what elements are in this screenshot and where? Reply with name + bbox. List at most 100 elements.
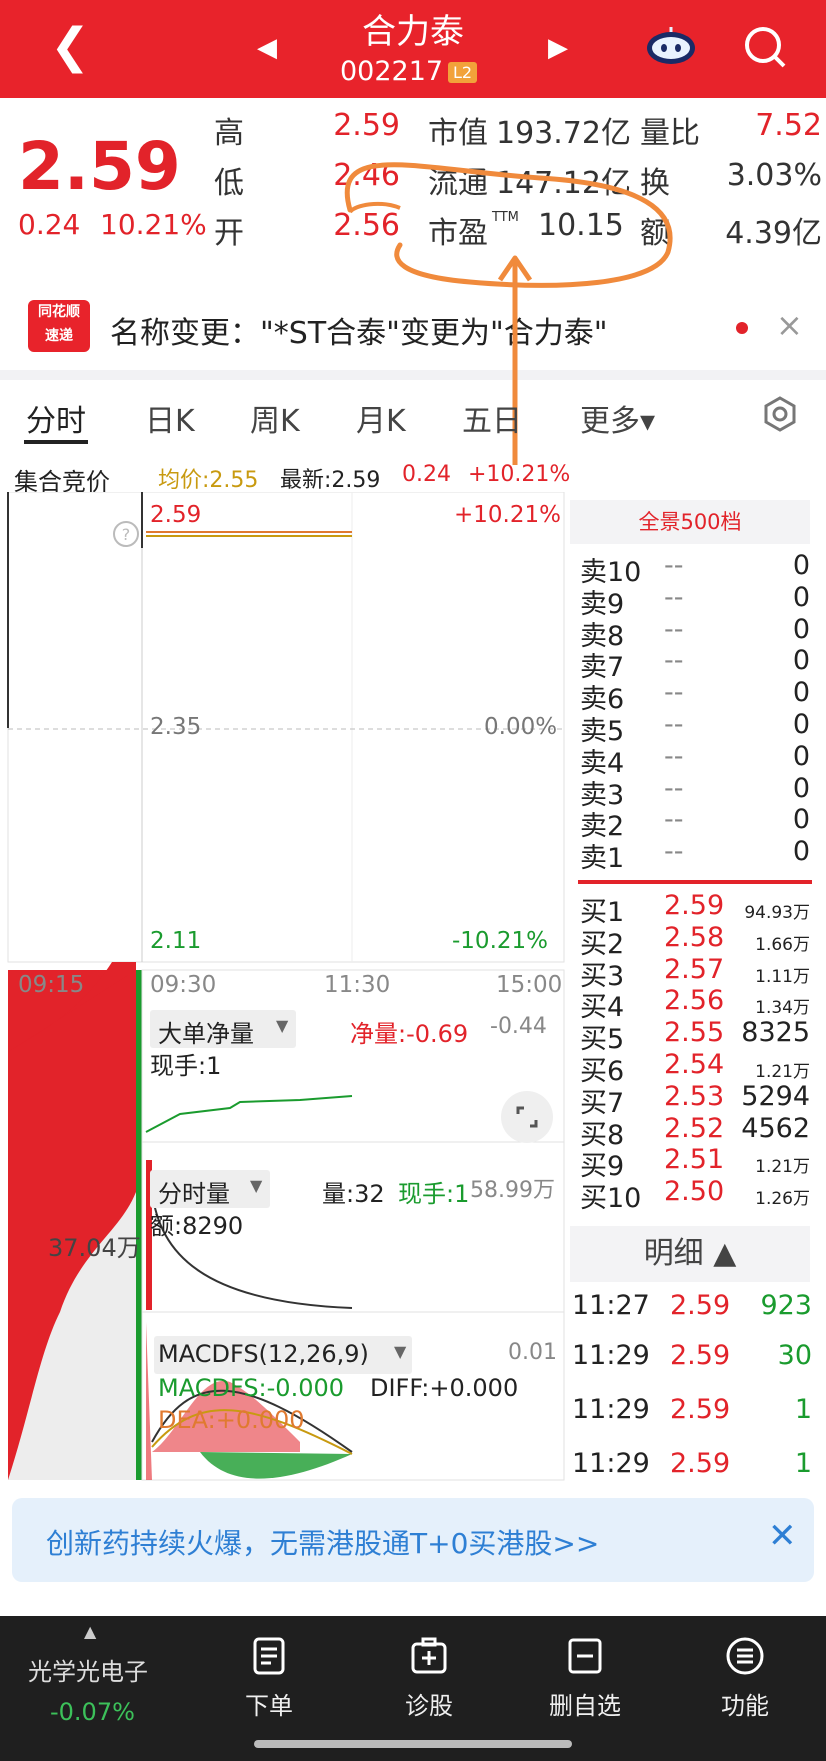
bid-level-row[interactable]: 买10 2.50 1.26万 [580, 1176, 810, 1214]
search-icon[interactable] [742, 24, 788, 70]
trade-price: 2.59 [670, 1340, 731, 1371]
bid-level-row[interactable]: 买4 2.56 1.34万 [580, 985, 810, 1023]
help-icon[interactable]: ? [112, 520, 140, 548]
home-indicator [254, 1740, 572, 1748]
low-value: 2.46 [333, 158, 400, 193]
settings-icon[interactable] [762, 396, 798, 432]
header-change: 0.24 [402, 462, 451, 487]
ask-level-row[interactable]: 卖5 -- 0 [580, 709, 810, 747]
dea-value: DEA:+0.000 [158, 1406, 305, 1434]
bid-level-row[interactable]: 买5 2.55 8325 [580, 1017, 810, 1055]
ask-level-price: -- [664, 581, 684, 613]
header-change-pct: +10.21% [468, 462, 571, 487]
open-label: 开 [214, 216, 244, 251]
open-value: 2.56 [333, 208, 400, 243]
ask-level-row[interactable]: 卖10 -- 0 [580, 550, 810, 588]
quote-panel: 2.59 0.24 10.21% 高 低 开 2.59 2.46 2.56 市值… [0, 98, 826, 278]
order-button[interactable]: 下单 [214, 1636, 324, 1721]
caret-up-icon[interactable]: ▲ [84, 1622, 96, 1641]
svg-text:?: ? [122, 525, 131, 544]
bid-level-row[interactable]: 买7 2.53 5294 [580, 1080, 810, 1119]
bid-level-volume: 1.34万 [755, 998, 810, 1019]
tab-intraday[interactable]: 分时 [26, 396, 86, 440]
sector-name[interactable]: 光学光电子 [28, 1652, 148, 1687]
tab-monthly-k[interactable]: 月K [356, 396, 406, 440]
ask-level-row[interactable]: 卖4 -- 0 [580, 740, 810, 779]
ask-level-price: -- [664, 550, 684, 581]
expand-icon[interactable] [500, 1090, 554, 1144]
latest-price: 最新:2.59 [280, 468, 381, 493]
function-button[interactable]: 功能 [690, 1636, 800, 1721]
bid-level-row[interactable]: 买3 2.57 1.11万 [580, 954, 810, 992]
dropdown-icon[interactable]: ▼ [394, 1342, 406, 1361]
triangle-right-icon[interactable]: ▶ [548, 33, 568, 63]
tab-weekly-k[interactable]: 周K [250, 396, 300, 440]
ask-level-row[interactable]: 卖1 -- 0 [580, 836, 810, 874]
promo-text[interactable]: 创新药持续火爆，无需港股通T+0买港股>> [46, 1522, 599, 1562]
volume-money: 额:8290 [150, 1212, 244, 1240]
dropdown-icon[interactable]: ▼ [276, 1016, 288, 1035]
bid-level-row[interactable]: 买9 2.51 1.21万 [580, 1144, 810, 1182]
close-icon[interactable]: ✕ [768, 1516, 797, 1556]
bid-level-volume: 4562 [741, 1112, 810, 1144]
ask-level-row[interactable]: 卖2 -- 0 [580, 804, 810, 842]
bid-level-volume: 1.66万 [755, 934, 810, 955]
bid-level-row[interactable]: 买1 2.59 94.93万 [580, 890, 810, 928]
ask-level-volume: 0 [792, 772, 810, 804]
trade-detail-header[interactable]: 明细 ▲ [570, 1226, 810, 1282]
news-headline[interactable]: 名称变更："*ST合泰"变更为"合力泰" [110, 308, 608, 352]
mcap-label: 市值 [428, 116, 488, 151]
unread-dot [736, 322, 748, 334]
big-order-net: 净量:-0.69 [350, 1020, 469, 1048]
amount-value: 4.39亿 [725, 216, 822, 251]
pe-ttm-sup: TTM [492, 210, 519, 225]
high-value: 2.59 [333, 108, 400, 143]
remove-watchlist-icon [568, 1638, 602, 1674]
turnover-label: 换 [640, 166, 670, 201]
trade-time: 11:29 [572, 1448, 650, 1479]
order-book-title[interactable]: 全景500档 [570, 500, 810, 544]
trade-time: 11:27 [572, 1290, 650, 1321]
diagnose-icon [411, 1637, 447, 1674]
big-order-label: 大单净量 [158, 1020, 254, 1048]
amount-label: 额 [640, 216, 670, 251]
tab-five-day[interactable]: 五日 [462, 396, 522, 440]
bid-level-price: 2.54 [664, 1049, 725, 1080]
dropdown-icon[interactable]: ▼ [250, 1176, 262, 1195]
close-icon[interactable]: × [776, 306, 803, 344]
trade-time: 11:29 [572, 1394, 650, 1425]
ask-level-row[interactable]: 卖8 -- 0 [580, 614, 810, 652]
promo-banner[interactable]: 创新药持续火爆，无需港股通T+0买港股>> ✕ [12, 1498, 814, 1582]
tab-daily-k[interactable]: 日K [145, 396, 195, 440]
vol-ratio-label: 量比 [640, 116, 700, 151]
bid-level-price: 2.53 [664, 1080, 725, 1112]
remove-watchlist-button[interactable]: 删自选 [530, 1636, 640, 1721]
stock-code: 002217 [340, 56, 444, 87]
trade-price: 2.59 [670, 1448, 731, 1479]
trade-detail-row: 11:29 2.59 1 [572, 1448, 812, 1488]
trade-price: 2.59 [670, 1394, 731, 1425]
bid-level-volume: 1.11万 [755, 966, 810, 987]
ask-level-row[interactable]: 卖3 -- 0 [580, 772, 810, 811]
robot-icon[interactable] [643, 26, 699, 66]
float-label: 流通 [428, 166, 488, 201]
tab-more[interactable]: 更多▾ [580, 396, 655, 440]
bid-level-price: 2.50 [664, 1176, 725, 1208]
ask-level-row[interactable]: 卖6 -- 0 [580, 677, 810, 715]
diagnose-button[interactable]: 诊股 [374, 1636, 484, 1721]
bid-level-row[interactable]: 买8 2.52 4562 [580, 1112, 810, 1151]
bid-level-row[interactable]: 买6 2.54 1.21万 [580, 1049, 810, 1087]
ask-level-row[interactable]: 卖9 -- 0 [580, 581, 810, 620]
order-icon [253, 1637, 285, 1675]
ask-level-price: -- [664, 740, 684, 772]
ask-level-volume: 0 [792, 550, 810, 581]
ask-level-price: -- [664, 804, 684, 836]
price-change: 0.24 [18, 208, 81, 241]
ask-level-price: -- [664, 645, 684, 677]
divider [0, 370, 826, 380]
trade-detail-row: 11:29 2.59 30 [572, 1340, 812, 1380]
bid-level-price: 2.52 [664, 1112, 725, 1144]
ask-level-row[interactable]: 卖7 -- 0 [580, 645, 810, 683]
bid-level-row[interactable]: 买2 2.58 1.66万 [580, 922, 810, 960]
top-bar: ❮ ◀ 合力泰 002217 L2 ▶ [0, 0, 826, 98]
